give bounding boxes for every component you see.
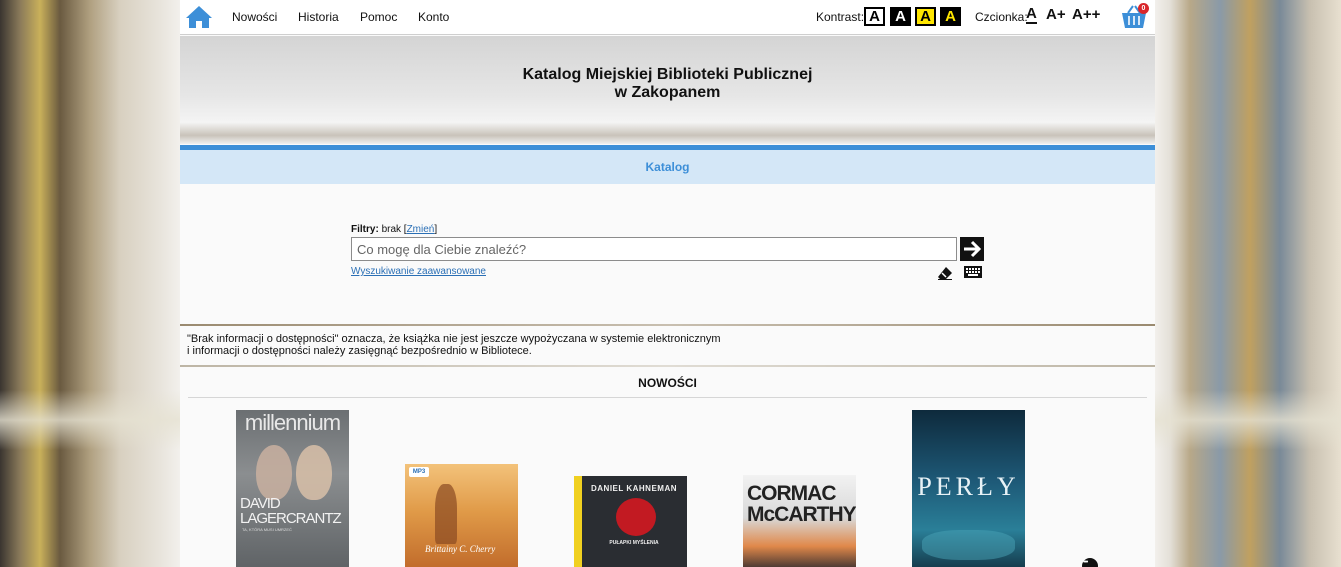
- nav-link-pomoc[interactable]: Pomoc: [360, 10, 397, 24]
- book-author: DANIEL KAHNEMAN: [590, 484, 678, 493]
- brain-image: [616, 498, 656, 536]
- news-divider: [188, 397, 1147, 398]
- face-image: [296, 445, 332, 500]
- kontrast-label: Kontrast:: [816, 10, 865, 24]
- catalog-page: Nowości Historia Pomoc Konto Kontrast: A…: [180, 0, 1155, 567]
- nav-link-historia[interactable]: Historia: [298, 10, 339, 24]
- arrow-right-icon: [964, 240, 982, 258]
- contrast-black-yellow-button[interactable]: A: [940, 7, 961, 26]
- top-navigation-bar: Nowości Historia Pomoc Konto Kontrast: A…: [180, 0, 1155, 35]
- filters-line: Filtry: brak [Zmień]: [351, 224, 438, 235]
- book-series: millennium: [244, 410, 341, 435]
- filters-label: Filtry:: [351, 224, 379, 235]
- nav-link-konto[interactable]: Konto: [418, 10, 449, 24]
- page-title-line2: w Zakopanem: [614, 84, 721, 101]
- book-title: PERŁY: [917, 472, 1020, 501]
- book-cover-perly[interactable]: PERŁY: [912, 410, 1025, 567]
- book-cover-lagercrantz[interactable]: millennium DAVID LAGERCRANTZ TA, KTÓRA M…: [236, 410, 349, 567]
- face-image: [256, 445, 292, 500]
- page-title: Katalog Miejskiej Biblioteki Publicznej …: [180, 66, 1155, 102]
- basket-count-badge: 0: [1138, 3, 1149, 14]
- coral-image: [922, 530, 1015, 560]
- book-subtitle: TA, KTÓRA MUSI UMRZEĆ: [242, 527, 292, 532]
- book-cover-kahneman[interactable]: DANIEL KAHNEMAN PUŁAPKI MYŚLENIA: [574, 476, 687, 567]
- contrast-default-button[interactable]: A: [864, 7, 885, 26]
- book-title: PUŁAPKI MYŚLENIA: [609, 540, 659, 546]
- more-icon[interactable]: [1082, 558, 1098, 567]
- keyboard-icon[interactable]: [964, 266, 982, 278]
- eraser-icon[interactable]: [937, 266, 953, 280]
- divider: [180, 365, 1155, 367]
- divider: [180, 324, 1155, 326]
- contrast-yellow-black-button[interactable]: A: [915, 7, 936, 26]
- advanced-search-link[interactable]: Wyszukiwanie zaawansowane: [351, 266, 486, 277]
- book-author: DAVID LAGERCRANTZ: [240, 495, 342, 527]
- header-banner: Katalog Miejskiej Biblioteki Publicznej …: [180, 36, 1155, 144]
- book-cover-mccarthy[interactable]: CORMAC McCARTHY: [743, 475, 856, 567]
- tab-katalog[interactable]: Katalog: [645, 160, 689, 174]
- availability-info-line1: "Brak informacji o dostępności" oznacza,…: [187, 333, 721, 345]
- mp3-badge: MP3: [409, 467, 429, 477]
- search-submit-button[interactable]: [960, 237, 984, 261]
- font-size-xlarge-button[interactable]: A++: [1072, 6, 1100, 23]
- home-icon[interactable]: [185, 4, 213, 30]
- book-author: Brittainy C. Cherry: [425, 544, 496, 554]
- font-size-normal-button[interactable]: A: [1026, 6, 1037, 24]
- search-input[interactable]: [351, 237, 957, 261]
- figure-image: [435, 484, 457, 544]
- contrast-black-white-button[interactable]: A: [890, 7, 911, 26]
- book-author: CORMAC McCARTHY: [747, 482, 856, 526]
- catalog-tab-bar: Katalog: [180, 150, 1155, 184]
- availability-info: "Brak informacji o dostępności" oznacza,…: [187, 333, 721, 357]
- search-section: Filtry: brak [Zmień] Wyszukiwanie zaawan…: [180, 184, 1155, 324]
- availability-info-line2: i informacji o dostępności należy zasięg…: [187, 345, 532, 357]
- book-spine-stripe: [574, 476, 582, 567]
- page-title-line1: Katalog Miejskiej Biblioteki Publicznej: [522, 66, 813, 83]
- news-section-title: NOWOŚCI: [638, 376, 697, 390]
- font-size-label: Czcionka:: [975, 10, 1028, 24]
- filters-change-link[interactable]: Zmień: [407, 224, 435, 235]
- font-size-large-button[interactable]: A+: [1046, 6, 1066, 23]
- nav-link-nowosci[interactable]: Nowości: [232, 10, 277, 24]
- book-cover-cherry[interactable]: MP3 Brittainy C. Cherry: [405, 464, 518, 567]
- filters-value: brak: [381, 224, 402, 235]
